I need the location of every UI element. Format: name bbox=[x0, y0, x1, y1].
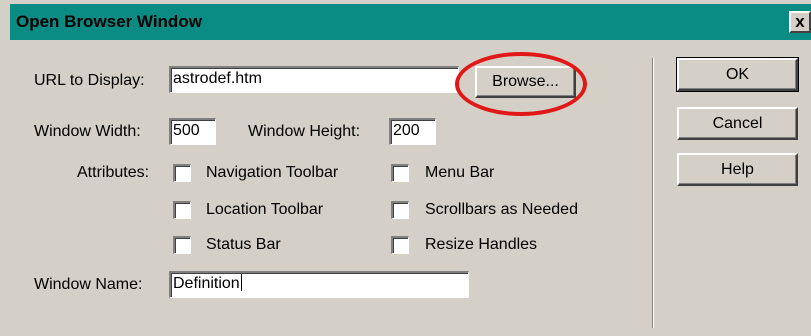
url-label: URL to Display: bbox=[34, 72, 145, 89]
navigation-toolbar-checkbox[interactable] bbox=[173, 164, 191, 182]
attributes-label: Attributes: bbox=[77, 164, 150, 181]
location-toolbar-label[interactable]: Location Toolbar bbox=[206, 201, 323, 219]
window-width-value: 500 bbox=[173, 122, 200, 139]
window-name-input[interactable]: Definition bbox=[169, 271, 469, 298]
ok-button-label: OK bbox=[725, 66, 750, 83]
status-bar-checkbox[interactable] bbox=[173, 236, 191, 254]
window-width-label: Window Width: bbox=[34, 123, 141, 140]
close-button[interactable]: x bbox=[789, 11, 811, 33]
location-toolbar-checkbox[interactable] bbox=[173, 201, 191, 219]
text-cursor bbox=[240, 274, 242, 291]
resize-handles-checkbox[interactable] bbox=[391, 236, 409, 254]
window-name-label: Window Name: bbox=[34, 276, 143, 293]
browse-button-label: Browse... bbox=[492, 73, 559, 90]
navigation-toolbar-label[interactable]: Navigation Toolbar bbox=[206, 164, 338, 182]
open-browser-window-dialog: Open Browser Window x URL to Display: as… bbox=[0, 0, 811, 336]
help-button-label: Help bbox=[721, 161, 754, 178]
browse-button[interactable]: Browse... bbox=[475, 66, 576, 98]
close-icon: x bbox=[795, 12, 805, 31]
title-bar: Open Browser Window x bbox=[10, 4, 811, 40]
menu-bar-checkbox[interactable] bbox=[391, 164, 409, 182]
url-input-value: astrodef.htm bbox=[173, 70, 262, 87]
vertical-separator bbox=[652, 58, 654, 328]
status-bar-label[interactable]: Status Bar bbox=[206, 236, 281, 254]
ok-button[interactable]: OK bbox=[676, 57, 799, 92]
scrollbars-as-needed-checkbox[interactable] bbox=[391, 201, 409, 219]
menu-bar-label[interactable]: Menu Bar bbox=[425, 164, 494, 182]
cancel-button-label: Cancel bbox=[712, 115, 763, 132]
window-height-value: 200 bbox=[393, 122, 420, 139]
window-width-input[interactable]: 500 bbox=[169, 118, 216, 145]
help-button[interactable]: Help bbox=[677, 153, 798, 186]
dialog-title: Open Browser Window bbox=[16, 12, 202, 31]
cancel-button[interactable]: Cancel bbox=[677, 107, 798, 140]
url-input[interactable]: astrodef.htm bbox=[169, 66, 459, 93]
window-name-value: Definition bbox=[173, 275, 240, 292]
scrollbars-as-needed-label[interactable]: Scrollbars as Needed bbox=[425, 201, 578, 219]
window-height-input[interactable]: 200 bbox=[389, 118, 436, 145]
window-height-label: Window Height: bbox=[248, 123, 361, 140]
resize-handles-label[interactable]: Resize Handles bbox=[425, 236, 537, 254]
